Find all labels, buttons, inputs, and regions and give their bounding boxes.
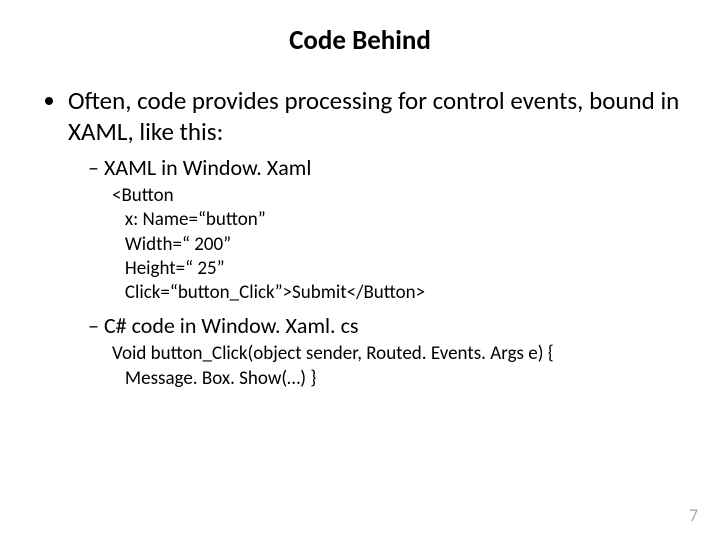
sub-item-label: C# code in Window. Xaml. cs [104,312,359,339]
page-number: 7 [689,505,698,526]
sub-list: XAML in Window. Xaml [68,154,680,183]
sub-item-label: XAML in Window. Xaml [104,154,311,181]
bullet-item: Often, code provides processing for cont… [68,85,680,391]
bullet-list: Often, code provides processing for cont… [40,85,680,391]
sub-item-xaml: XAML in Window. Xaml [88,154,680,183]
code-block-cs: Void button_Click(object sender, Routed.… [112,342,680,391]
slide-title: Code Behind [40,24,680,57]
sub-list: C# code in Window. Xaml. cs [68,312,680,341]
sub-item-cs: C# code in Window. Xaml. cs [88,312,680,341]
slide: Code Behind Often, code provides process… [0,0,720,391]
code-block-xaml: <Button x: Name=“button” Width=“ 200” He… [112,184,680,306]
bullet-text: Often, code provides processing for cont… [68,85,679,147]
